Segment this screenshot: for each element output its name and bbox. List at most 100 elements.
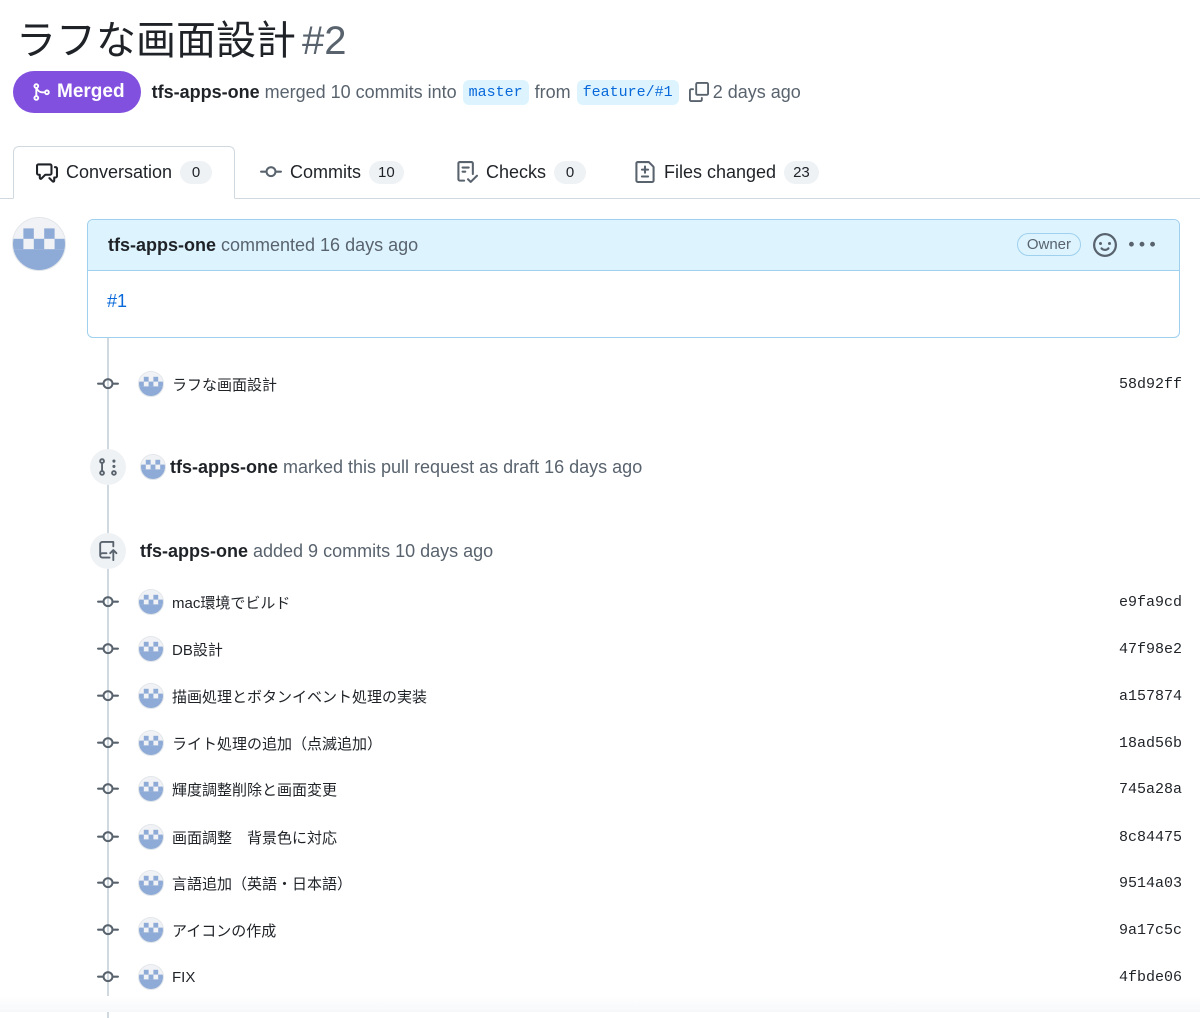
avatar[interactable]: [138, 964, 164, 990]
comment-author-link[interactable]: tfs-apps-one: [108, 235, 216, 256]
commit-message-link[interactable]: 描画処理とボタンイベント処理の実装: [172, 686, 427, 707]
tab-commits-count: 10: [369, 160, 404, 184]
identicon-avatar: [13, 218, 65, 270]
identicon-avatar: [139, 918, 163, 942]
commit-sha-link[interactable]: e9fa9cd: [1119, 594, 1182, 611]
comment-discussion-icon: [36, 162, 58, 183]
commit-sha-link[interactable]: a157874: [1119, 688, 1182, 705]
git-commit-icon: [97, 737, 119, 749]
draft-event-icon-wrap: [90, 449, 126, 485]
merged-time: 2 days ago: [712, 81, 801, 102]
git-commit-icon: [97, 971, 119, 983]
tab-files-changed-count: 23: [784, 160, 819, 184]
commit-message-link[interactable]: FIX: [172, 969, 195, 986]
commit-row: アイコンの作成 9a17c5c: [90, 914, 1182, 946]
commit-sha-link[interactable]: 745a28a: [1119, 781, 1182, 798]
commit-message-link[interactable]: 画面調整 背景色に対応: [172, 827, 337, 848]
tab-files-changed[interactable]: Files changed 23: [634, 146, 819, 198]
merge-author-link[interactable]: tfs-apps-one: [152, 82, 260, 103]
commit-node: [90, 368, 126, 400]
commit-message-link[interactable]: ラフな画面設計: [172, 374, 277, 395]
commit-row: 輝度調整削除と画面変更 745a28a: [90, 773, 1182, 805]
commit-node: [90, 914, 126, 946]
push-event-author-link[interactable]: tfs-apps-one: [140, 541, 248, 561]
avatar[interactable]: [138, 371, 164, 397]
git-commit-icon: [97, 378, 119, 390]
comment-timestamp[interactable]: commented 16 days ago: [221, 235, 418, 256]
avatar[interactable]: [138, 683, 164, 709]
commit-message-link[interactable]: ライト処理の追加（点滅追加）: [172, 733, 382, 754]
avatar[interactable]: [138, 589, 164, 615]
commit-node: [90, 773, 126, 805]
commit-sha-link[interactable]: 8c84475: [1119, 829, 1182, 846]
file-diff-icon: [635, 161, 655, 183]
git-commit-icon: [97, 643, 119, 655]
draft-event-description: marked this pull request as draft 16 day…: [283, 456, 643, 477]
commit-node: [90, 586, 126, 618]
avatar[interactable]: [138, 870, 164, 896]
smiley-icon[interactable]: [1093, 233, 1117, 257]
commit-sha-link[interactable]: 58d92ff: [1119, 376, 1182, 393]
identicon-avatar: [139, 590, 163, 614]
identicon-avatar: [139, 372, 163, 396]
comment-box: tfs-apps-one commented 16 days ago Owner…: [87, 219, 1180, 338]
identicon-avatar: [139, 637, 163, 661]
pr-title-text: ラフな画面設計: [16, 19, 296, 63]
draft-event-text: tfs-apps-one marked this pull request as …: [170, 457, 642, 478]
commit-message-link[interactable]: 言語追加（英語・日本語）: [172, 873, 352, 894]
pr-meta: Merged tfs-apps-one merged 10 commits in…: [13, 71, 801, 113]
draft-event-author-link[interactable]: tfs-apps-one: [170, 457, 278, 477]
tab-conversation-label: Conversation: [66, 162, 173, 182]
avatar[interactable]: [138, 776, 164, 802]
kebab-horizontal-icon[interactable]: [1129, 232, 1155, 258]
git-commit-icon: [260, 166, 282, 178]
tab-checks[interactable]: Checks 0: [456, 146, 587, 198]
commit-message-link[interactable]: アイコンの作成: [172, 920, 276, 941]
commit-node: [90, 680, 126, 712]
avatar[interactable]: [138, 730, 164, 756]
git-pull-request-draft-icon: [99, 458, 117, 476]
commit-node: [90, 961, 126, 993]
git-merge-icon: [33, 83, 50, 101]
commit-message-link[interactable]: mac環境でビルド: [172, 592, 290, 613]
push-event-icon-wrap: [90, 533, 126, 569]
avatar[interactable]: [138, 824, 164, 850]
commit-message-link[interactable]: 輝度調整削除と画面変更: [172, 779, 337, 800]
tab-commits[interactable]: Commits 10: [260, 146, 404, 198]
commit-sha-link[interactable]: 47f98e2: [1119, 641, 1182, 658]
commit-node: [90, 633, 126, 665]
git-commit-icon: [97, 877, 119, 889]
draft-event: tfs-apps-one marked this pull request as …: [90, 449, 642, 485]
merged-state-badge: Merged: [13, 71, 141, 113]
merged-state-label: Merged: [57, 81, 125, 102]
tab-conversation[interactable]: Conversation 0: [13, 146, 236, 199]
head-branch[interactable]: feature/#1: [576, 79, 679, 105]
commit-sha-link[interactable]: 4fbde06: [1119, 969, 1182, 986]
push-event: tfs-apps-one added 9 commits 10 days ago: [90, 533, 493, 569]
commit-sha-link[interactable]: 9514a03: [1119, 875, 1182, 892]
commit-message-link[interactable]: DB設計: [172, 639, 223, 660]
owner-badge: Owner: [1016, 233, 1081, 256]
commit-sha-link[interactable]: 18ad56b: [1119, 735, 1182, 752]
tab-checks-label: Checks: [486, 161, 547, 182]
avatar[interactable]: [12, 217, 66, 271]
commit-row: 言語追加（英語・日本語） 9514a03: [90, 867, 1182, 899]
identicon-avatar: [139, 684, 163, 708]
identicon-avatar: [139, 731, 163, 755]
commit-sha-link[interactable]: 9a17c5c: [1119, 922, 1182, 939]
commit-row: 画面調整 背景色に対応 8c84475: [90, 821, 1182, 853]
tab-files-changed-label: Files changed: [664, 161, 777, 182]
repo-push-icon: [99, 541, 118, 561]
bottom-fade: [0, 996, 1200, 1012]
avatar[interactable]: [140, 454, 166, 480]
tab-conversation-count: 0: [180, 161, 213, 184]
pr-number: #2: [302, 19, 347, 63]
tab-commits-label: Commits: [290, 161, 361, 182]
avatar[interactable]: [138, 917, 164, 943]
base-branch[interactable]: master: [462, 79, 529, 105]
comment-body: #1: [88, 271, 1179, 332]
avatar[interactable]: [138, 636, 164, 662]
copy-icon[interactable]: [688, 82, 709, 102]
issue-reference-link[interactable]: #1: [107, 291, 127, 311]
commit-row: DB設計 47f98e2: [90, 633, 1182, 665]
